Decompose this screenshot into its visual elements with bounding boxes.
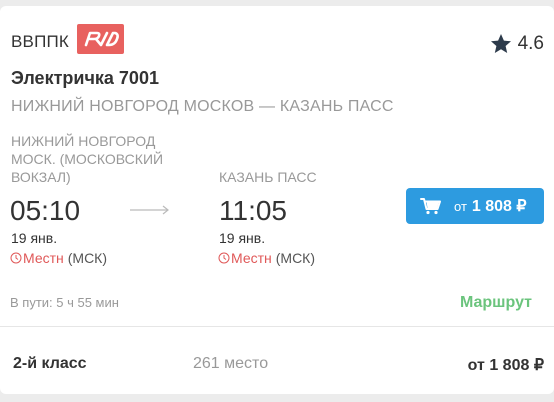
arrival-timezone: Местн (МСК) [218, 250, 315, 266]
ticket-class-price[interactable]: от 1 808 ₽ [468, 355, 544, 375]
arrival-date: 19 янв. [219, 230, 266, 246]
train-name: Электричка 7001 [11, 68, 159, 88]
divider [0, 326, 554, 327]
rating-value: 4.6 [517, 33, 544, 54]
arrival-station: КАЗАНЬ ПАСС [219, 169, 317, 185]
departure-time: 05:10 [10, 195, 81, 226]
timezone-msk: (МСК) [275, 250, 316, 266]
arrival-time: 11:05 [219, 195, 287, 226]
arrow-right-icon [130, 205, 169, 215]
timezone-msk: (МСК) [67, 250, 108, 266]
trip-duration: В пути: 5 ч 55 мин [10, 295, 119, 310]
ticket-class-name[interactable]: 2-й класс [13, 355, 87, 373]
departure-date: 19 янв. [11, 230, 58, 246]
buy-price-prefix: от [454, 198, 467, 214]
star-icon [490, 34, 511, 53]
rating: 4.6 [489, 32, 544, 56]
route-title: НИЖНИЙ НОВГОРОД МОСКОВ — КАЗАНЬ ПАСС [11, 98, 394, 115]
ticket-class-seats: 261 место [193, 355, 269, 372]
timezone-local: Местн [23, 250, 64, 266]
cart-icon [420, 198, 441, 215]
buy-price: 1 808 ₽ [471, 198, 527, 215]
departure-timezone: Местн (МСК) [10, 250, 107, 266]
route-link[interactable]: Маршрут [460, 294, 532, 312]
buy-ticket-button[interactable]: от 1 808 ₽ [406, 188, 544, 224]
clock-icon [218, 252, 230, 264]
departure-station: НИЖНИЙ НОВГОРОД МОСК. (МОСКОВСКИЙ ВОКЗАЛ… [11, 133, 164, 185]
train-card[interactable]: ВВППК 4.6 Электричка 7001 НИЖНИЙ НОВГОРО… [0, 6, 554, 394]
timezone-local: Местн [231, 250, 272, 266]
clock-icon [10, 252, 22, 264]
rzd-logo [77, 24, 124, 54]
carrier-name: ВВППК [11, 32, 70, 51]
